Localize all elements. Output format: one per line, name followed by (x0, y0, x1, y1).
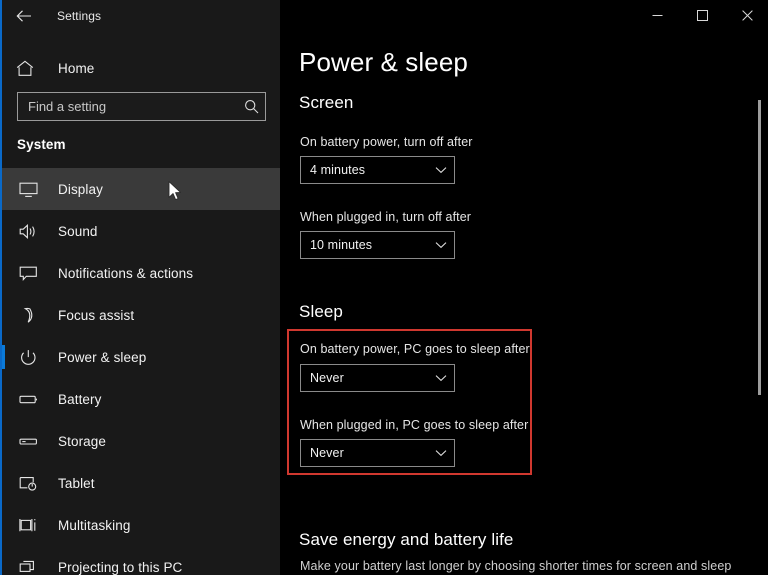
screen-battery-label: On battery power, turn off after (300, 135, 473, 149)
back-button[interactable] (2, 0, 46, 31)
sidebar: Home System Display (2, 31, 280, 575)
sidebar-item-display[interactable]: Display (2, 168, 280, 210)
minimize-button[interactable] (635, 0, 680, 31)
sidebar-item-label: Power & sleep (58, 349, 147, 365)
home-icon (16, 60, 42, 77)
screen-plugged-label: When plugged in, turn off after (300, 210, 472, 224)
sidebar-item-label: Tablet (58, 475, 95, 491)
title-bar: Settings (2, 0, 768, 31)
moon-icon (16, 303, 40, 327)
main-scrollbar[interactable] (757, 31, 762, 575)
sidebar-category-title: System (17, 137, 66, 152)
sidebar-item-power-and-sleep[interactable]: Power & sleep (2, 336, 280, 378)
sidebar-item-tablet[interactable]: Tablet (2, 462, 280, 504)
battery-icon (16, 387, 40, 411)
sidebar-item-notifications[interactable]: Notifications & actions (2, 252, 280, 294)
sidebar-item-label: Display (58, 181, 103, 197)
close-button[interactable] (725, 0, 768, 31)
search-box[interactable] (17, 92, 266, 121)
title-bar-left: Settings (2, 0, 280, 31)
chevron-down-icon (435, 241, 447, 249)
search-input[interactable] (28, 99, 244, 114)
window-title: Settings (57, 8, 102, 23)
chevron-down-icon (435, 374, 447, 382)
speaker-icon (16, 219, 40, 243)
screen-plugged-dropdown[interactable]: 10 minutes (300, 231, 455, 259)
sidebar-item-battery[interactable]: Battery (2, 378, 280, 420)
storage-icon (16, 429, 40, 453)
sidebar-item-storage[interactable]: Storage (2, 420, 280, 462)
chevron-down-icon (435, 166, 447, 174)
sleep-plugged-dropdown[interactable]: Never (300, 439, 455, 467)
window-controls (280, 0, 768, 31)
sleep-section-heading: Sleep (299, 302, 343, 321)
sleep-battery-dropdown[interactable]: Never (300, 364, 455, 392)
page-title: Power & sleep (299, 47, 468, 77)
sleep-plugged-label: When plugged in, PC goes to sleep after (300, 418, 529, 432)
sidebar-item-label: Projecting to this PC (58, 559, 183, 575)
screen-section-heading: Screen (299, 93, 354, 112)
settings-window: Settings Home Find a setting System Disp… (0, 0, 768, 575)
sleep-battery-label: On battery power, PC goes to sleep after (300, 342, 530, 356)
screen-battery-value: 4 minutes (310, 163, 366, 177)
maximize-icon (697, 10, 708, 21)
tablet-icon (16, 471, 40, 495)
main-content: Power & sleep Screen On battery power, t… (280, 31, 768, 575)
sidebar-item-label: Battery (58, 391, 102, 407)
multitasking-icon (16, 513, 40, 537)
sidebar-item-projecting-to-this-pc[interactable]: Projecting to this PC (2, 546, 280, 575)
sidebar-item-label: Notifications & actions (58, 265, 194, 281)
notification-icon (16, 261, 40, 285)
save-energy-heading: Save energy and battery life (299, 530, 514, 549)
back-arrow-icon (16, 9, 32, 23)
home-label: Home (58, 60, 95, 76)
sidebar-item-focus-assist[interactable]: Focus assist (2, 294, 280, 336)
sidebar-item-home[interactable]: Home (2, 50, 280, 86)
sidebar-item-sound[interactable]: Sound (2, 210, 280, 252)
sidebar-nav-list: Display Sound Notifications & actions Fo… (2, 168, 280, 575)
scrollbar-thumb[interactable] (758, 100, 761, 395)
sidebar-item-label: Multitasking (58, 517, 131, 533)
sidebar-item-label: Sound (58, 223, 98, 239)
close-icon (742, 10, 753, 21)
sidebar-item-multitasking[interactable]: Multitasking (2, 504, 280, 546)
chevron-down-icon (435, 449, 447, 457)
projecting-icon (16, 555, 40, 575)
sidebar-item-label: Storage (58, 433, 106, 449)
screen-plugged-value: 10 minutes (310, 238, 373, 252)
screen-battery-dropdown[interactable]: 4 minutes (300, 156, 455, 184)
monitor-icon (16, 177, 40, 201)
minimize-icon (652, 10, 663, 21)
maximize-button[interactable] (680, 0, 725, 31)
search-icon[interactable] (244, 99, 259, 114)
sleep-plugged-value: Never (310, 446, 344, 460)
sleep-battery-value: Never (310, 371, 344, 385)
sidebar-item-label: Focus assist (58, 307, 135, 323)
save-energy-description: Make your battery last longer by choosin… (300, 559, 732, 573)
power-icon (16, 345, 40, 369)
